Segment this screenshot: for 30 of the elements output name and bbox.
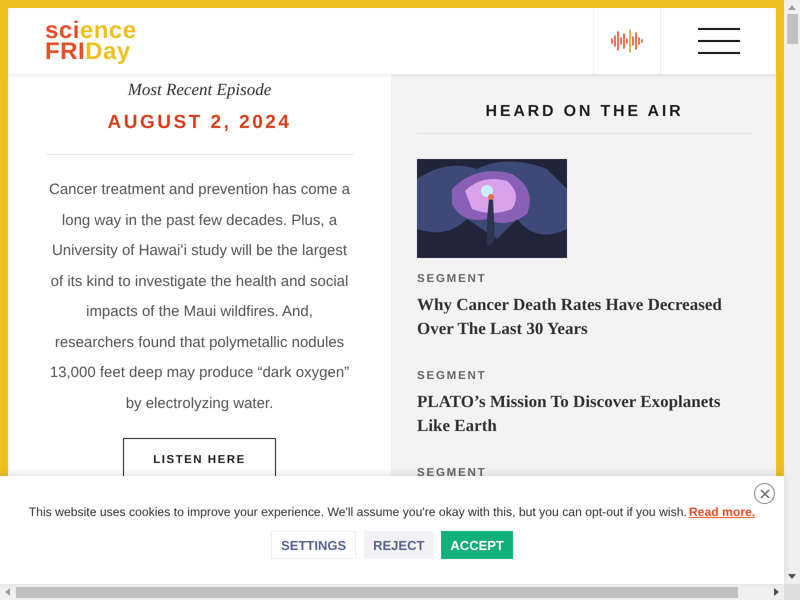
horizontal-scrollbar[interactable] — [0, 584, 784, 600]
episode-kicker: Most Recent Episode — [128, 80, 272, 100]
cave-illustration[interactable] — [417, 159, 567, 258]
segment-label: SEGMENT — [417, 370, 486, 382]
settings-button[interactable]: SETTINGS — [271, 531, 356, 559]
segment-title-link[interactable]: Why Cancer Death Rates Have Decreased Over The Last 30 Years — [417, 293, 752, 341]
audio-button[interactable] — [593, 8, 660, 74]
scroll-left-icon — [5, 588, 10, 596]
scroll-down-icon — [788, 574, 796, 579]
close-icon — [760, 488, 770, 498]
reject-button[interactable]: REJECT — [364, 531, 434, 559]
segment-title-link[interactable]: PLATO’s Mission To Discover Exoplanets Like Earth — [417, 390, 752, 438]
episode-summary: Cancer treatment and prevention has come a long way in the past few decades. Plus, a University of Hawaiʻi study will be the largest of its kind to investigate the health and social impacts of the Maui wildfires. And, researchers found that polymetallic nodules 13,000 feet deep may produce “dark oxygen” by electrolyzing water. — [48, 180, 351, 414]
logo[interactable]: science FRIDay — [8, 8, 137, 74]
scrollbar-corner — [784, 584, 800, 600]
close-button[interactable] — [754, 483, 775, 504]
segment-label: SEGMENT — [417, 273, 486, 285]
scroll-thumb[interactable] — [786, 14, 798, 44]
segment-label: SEGMENT — [417, 467, 486, 479]
section-heading: HEARD ON THE AIR — [484, 103, 684, 121]
read-more-link[interactable]: Read more. — [688, 505, 756, 519]
vertical-scrollbar[interactable] — [784, 0, 800, 584]
sound-wave-icon — [610, 28, 644, 54]
menu-button[interactable] — [660, 8, 776, 74]
scroll-thumb[interactable] — [16, 586, 738, 598]
cookie-message: This website uses cookies to improve your experience. We'll assume you're okay with this, but you can opt-out if you wish. Read more. — [28, 504, 756, 521]
scroll-up-icon — [788, 5, 796, 10]
menu-icon — [698, 28, 740, 54]
scroll-right-icon — [774, 588, 779, 596]
episode-date: AUGUST 2, 2024 — [108, 112, 292, 134]
